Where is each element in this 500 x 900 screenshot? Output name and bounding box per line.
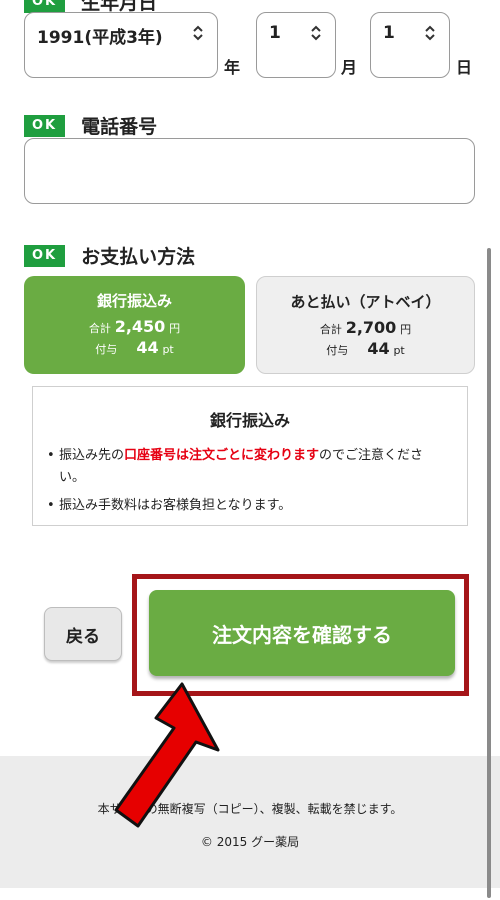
payment-info-note: 振込み手数料はお客様負担となります。: [47, 495, 449, 517]
payment-info-note: 振込み先の口座番号は注文ごとに変わりますのでご注意ください。: [47, 445, 449, 489]
updown-chevron-icon: [311, 25, 321, 45]
updown-chevron-icon: [425, 25, 435, 45]
month-select[interactable]: 1: [256, 12, 336, 78]
ok-badge: OK: [24, 114, 66, 137]
payment-option-points: 付与 44 pt: [95, 338, 174, 357]
year-unit: 年: [224, 58, 241, 77]
scrollbar[interactable]: [487, 248, 491, 898]
month-select-value: 1: [269, 23, 281, 43]
payment-label: OK お支払い方法: [24, 242, 195, 269]
payment-info-box: 銀行振込み 振込み先の口座番号は注文ごとに変わりますのでご注意ください。 振込み…: [32, 386, 468, 526]
ok-badge: OK: [24, 0, 66, 13]
payment-option-atobarai[interactable]: あと払い（アトベイ） 合計 2,700 円 付与 44 pt: [256, 276, 475, 374]
phone-input[interactable]: [24, 138, 475, 204]
phone-label: OK 電話番号: [24, 112, 157, 139]
payment-option-title: 銀行振込み: [96, 292, 172, 310]
payment-option-bank-transfer[interactable]: 銀行振込み 合計 2,450 円 付与 44 pt: [24, 276, 245, 374]
payment-option-total: 合計 2,700 円: [319, 318, 412, 337]
phone-label-text: 電話番号: [81, 116, 158, 138]
ok-badge: OK: [24, 244, 66, 267]
footer-notice: 本サイトの無断複写（コピー）、複製、転載を禁じます。: [97, 802, 403, 816]
payment-label-text: お支払い方法: [81, 246, 196, 268]
footer: 本サイトの無断複写（コピー）、複製、転載を禁じます。 © 2015 グー薬局: [0, 756, 500, 888]
footer-copyright: © 2015 グー薬局: [200, 835, 300, 849]
payment-option-points: 付与 44 pt: [326, 339, 405, 358]
day-select[interactable]: 1: [370, 12, 450, 78]
payment-info-title: 銀行振込み: [209, 411, 290, 430]
updown-chevron-icon: [193, 25, 203, 45]
day-unit: 日: [456, 58, 473, 77]
red-arrow-icon: [114, 682, 220, 828]
month-unit: 月: [341, 58, 358, 77]
payment-info-list: 振込み先の口座番号は注文ごとに変わりますのでご注意ください。 振込み手数料はお客…: [47, 445, 449, 517]
day-select-value: 1: [383, 23, 395, 43]
year-select-value: 1991(平成3年): [37, 28, 163, 48]
year-select[interactable]: 1991(平成3年): [24, 12, 218, 78]
payment-option-title: あと払い（アトベイ）: [290, 293, 441, 311]
confirm-order-button[interactable]: 注文内容を確認する: [149, 590, 455, 676]
payment-option-total: 合計 2,450 円: [88, 317, 181, 336]
back-button[interactable]: 戻る: [44, 607, 122, 661]
